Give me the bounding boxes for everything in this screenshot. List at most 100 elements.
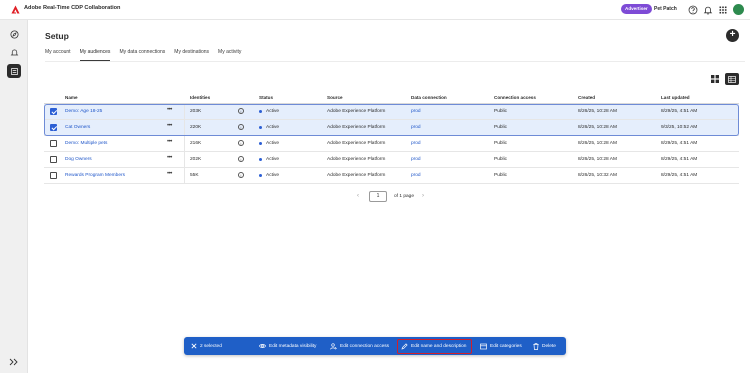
clear-selection-button[interactable]: 2 selected: [191, 337, 222, 355]
table-row[interactable]: Dog Owners ••• 202K i Active Adobe Exper…: [44, 152, 739, 168]
connection-link[interactable]: prod: [411, 173, 421, 178]
col-identities[interactable]: Identities: [190, 95, 210, 100]
app-grid-icon[interactable]: [718, 5, 728, 15]
row-checkbox[interactable]: [50, 140, 57, 147]
col-created[interactable]: Created: [578, 95, 595, 100]
tab-my-destinations[interactable]: My destinations: [174, 49, 209, 61]
access-value: Public: [494, 173, 508, 178]
audience-name-link[interactable]: Demo: Multiple pets: [65, 141, 107, 146]
audience-name-link[interactable]: Cat Owners: [65, 125, 90, 130]
row-checkbox[interactable]: [50, 108, 57, 115]
connection-link[interactable]: prod: [411, 109, 421, 114]
tab-my-account[interactable]: My account: [45, 49, 71, 61]
bell-icon: [10, 49, 18, 55]
help-icon[interactable]: [688, 5, 698, 15]
adobe-logo-icon: [11, 5, 20, 14]
access-value: Public: [494, 125, 508, 130]
col-source[interactable]: Source: [327, 95, 343, 100]
status-dot-icon: [259, 158, 262, 161]
close-icon: [191, 343, 197, 349]
rail-setup[interactable]: [7, 64, 21, 78]
column-divider: [184, 104, 185, 120]
status-dot-icon: [259, 142, 262, 145]
pagination: ‹ 1 of 1 page ›: [28, 191, 750, 203]
created-value: 8/26/25, 10:28 AM: [578, 157, 617, 162]
more-icon[interactable]: •••: [167, 155, 172, 161]
access-value: Public: [494, 109, 508, 114]
created-value: 8/26/25, 10:28 AM: [578, 125, 617, 130]
audience-name-link[interactable]: Demo: Age 18-25: [65, 109, 102, 114]
edit-connection-access-button[interactable]: Edit connection access: [330, 337, 389, 355]
col-last-updated[interactable]: Last updated: [661, 95, 690, 100]
rail-discover[interactable]: [7, 27, 21, 41]
edit-metadata-visibility-button[interactable]: Edit metadata visibility: [259, 337, 316, 355]
col-connection-access[interactable]: Connection access: [494, 95, 536, 100]
more-icon[interactable]: •••: [167, 123, 172, 129]
identities-value: 203K: [190, 109, 202, 114]
info-icon[interactable]: i: [238, 140, 244, 146]
status-value: Active: [266, 109, 280, 114]
info-icon[interactable]: i: [238, 124, 244, 130]
tab-bar: My account My audiences My data connecti…: [45, 49, 250, 61]
updated-value: 8/29/25, 4:51 AM: [661, 141, 698, 146]
tab-my-data-connections[interactable]: My data connections: [119, 49, 165, 61]
bell-icon[interactable]: [703, 5, 713, 15]
info-icon[interactable]: i: [238, 108, 244, 114]
bulk-action-bar: 2 selected Edit metadata visibility Edit…: [184, 337, 566, 355]
row-checkbox[interactable]: [50, 172, 57, 179]
compass-icon: [9, 29, 19, 39]
col-data-connection[interactable]: Data connection: [411, 95, 447, 100]
updated-value: 9/3/25, 10:52 AM: [661, 125, 698, 130]
edit-categories-label: Edit categories: [490, 343, 522, 349]
created-value: 8/26/25, 10:32 AM: [578, 173, 617, 178]
more-icon[interactable]: •••: [167, 171, 172, 177]
audience-name-link[interactable]: Rewards Program Members: [65, 173, 125, 178]
created-value: 8/26/25, 10:28 AM: [578, 141, 617, 146]
info-icon[interactable]: i: [238, 156, 244, 162]
col-status[interactable]: Status: [259, 95, 273, 100]
audience-name-link[interactable]: Dog Owners: [65, 157, 92, 162]
edit-categories-button[interactable]: Edit categories: [480, 337, 522, 355]
left-rail: [0, 20, 28, 373]
status-dot-icon: [259, 110, 262, 113]
row-checkbox[interactable]: [50, 156, 57, 163]
source-value: Adobe Experience Platform: [327, 157, 386, 162]
user-access-icon: [330, 342, 337, 350]
info-icon[interactable]: i: [238, 172, 244, 178]
add-button[interactable]: +: [726, 29, 739, 42]
access-value: Public: [494, 141, 508, 146]
more-icon[interactable]: •••: [167, 139, 172, 145]
table-header: Name Identities Status Source Data conne…: [44, 91, 739, 104]
grid-view-icon[interactable]: [710, 74, 720, 84]
avatar[interactable]: [733, 4, 744, 15]
next-page-icon[interactable]: ›: [422, 193, 424, 199]
tab-my-audiences[interactable]: My audiences: [79, 49, 111, 61]
rail-notifications[interactable]: [7, 45, 21, 59]
table-row[interactable]: Cat Owners ••• 220K i Active Adobe Exper…: [44, 120, 739, 136]
table-row[interactable]: Demo: Multiple pets ••• 216K i Active Ad…: [44, 136, 739, 152]
delete-button[interactable]: Delete: [533, 337, 556, 355]
selected-count: 2 selected: [200, 343, 222, 349]
tab-my-activity[interactable]: My activity: [218, 49, 241, 61]
prev-page-icon[interactable]: ‹: [357, 193, 359, 199]
status-value: Active: [266, 173, 280, 178]
edit-name-and-description-button[interactable]: Edit name and description: [401, 337, 466, 355]
table-row[interactable]: Demo: Age 18-25 ••• 203K i Active Adobe …: [44, 104, 739, 120]
list-view-button[interactable]: [725, 73, 739, 85]
page-number-input[interactable]: 1: [369, 191, 387, 202]
setup-icon: [10, 67, 18, 75]
org-switcher[interactable]: Pet Patch: [654, 6, 677, 12]
col-name[interactable]: Name: [65, 95, 78, 100]
connection-link[interactable]: prod: [411, 125, 421, 130]
updated-value: 8/29/25, 4:51 AM: [661, 157, 698, 162]
table-row[interactable]: Rewards Program Members ••• 55K i Active…: [44, 168, 739, 184]
connection-link[interactable]: prod: [411, 157, 421, 162]
eye-icon: [259, 344, 266, 348]
more-icon[interactable]: •••: [167, 107, 172, 113]
column-divider: [184, 152, 185, 168]
list-view-icon: [728, 75, 736, 83]
connection-link[interactable]: prod: [411, 141, 421, 146]
row-checkbox[interactable]: [50, 124, 57, 131]
source-value: Adobe Experience Platform: [327, 125, 386, 130]
expand-icon[interactable]: [9, 358, 19, 366]
